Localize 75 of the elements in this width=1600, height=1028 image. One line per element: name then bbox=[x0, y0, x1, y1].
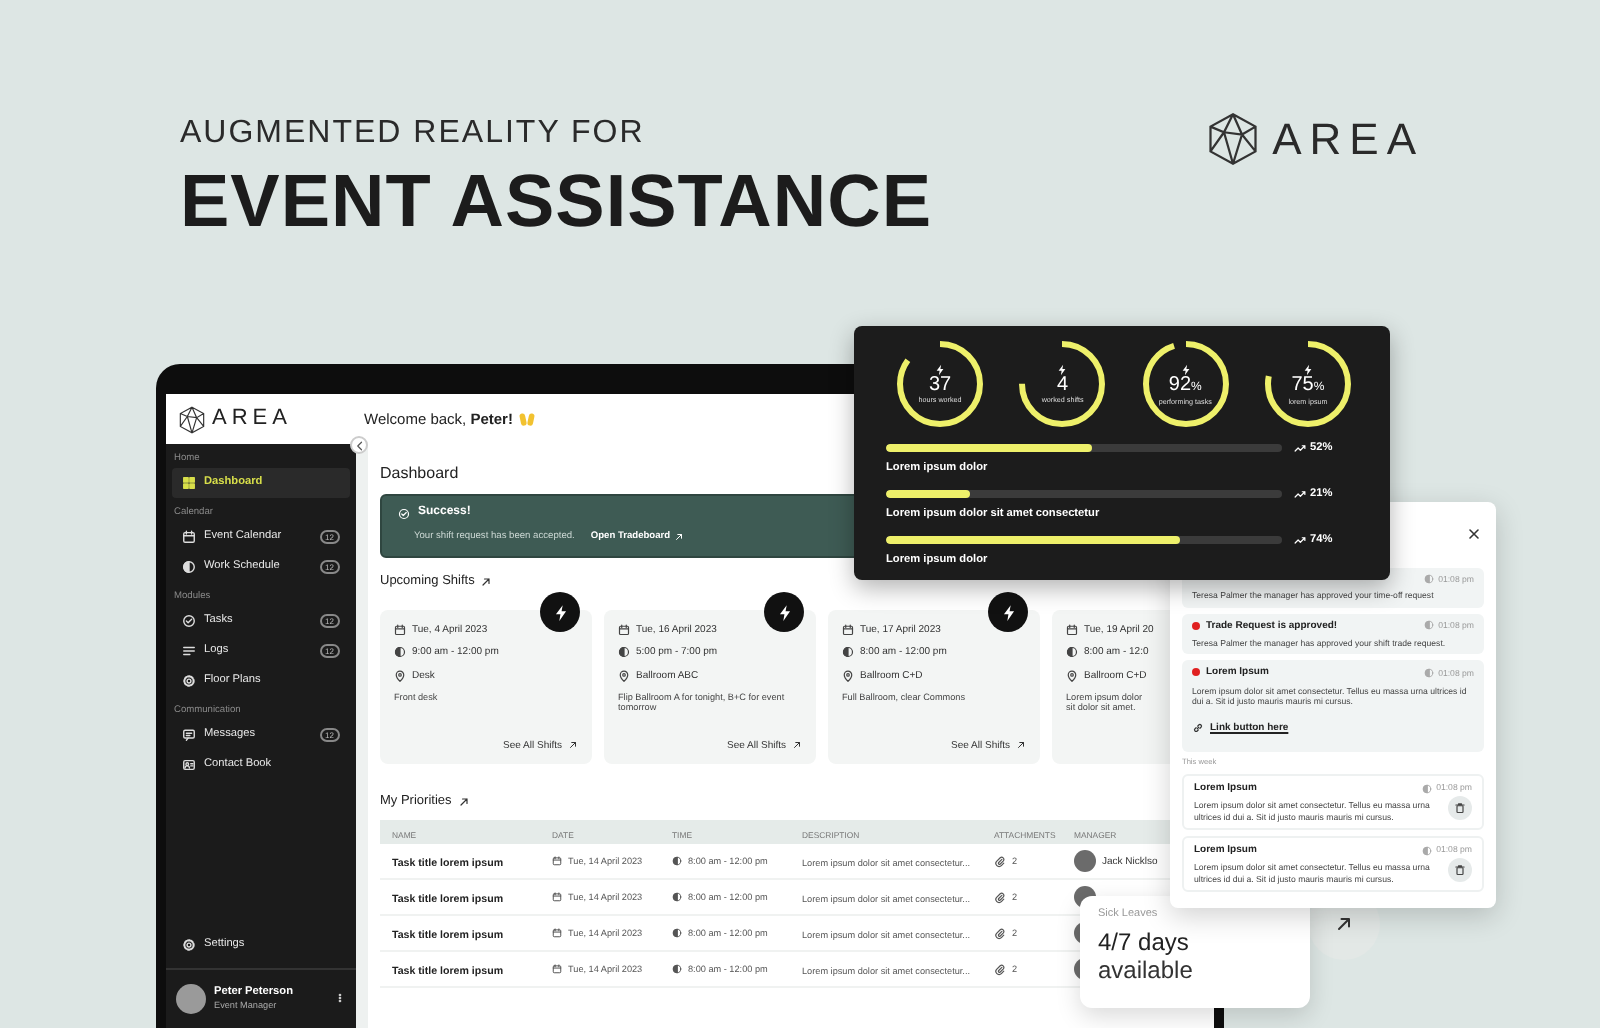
polyhedron-logo-icon bbox=[178, 405, 206, 433]
gear-icon bbox=[182, 673, 196, 688]
trend-icon bbox=[1294, 442, 1306, 455]
close-icon bbox=[1466, 525, 1482, 542]
location-pin-icon bbox=[842, 669, 854, 682]
clock-icon bbox=[842, 646, 854, 659]
clock-icon bbox=[394, 646, 406, 659]
stat-value: 4 bbox=[1057, 376, 1069, 396]
trash-icon bbox=[1454, 802, 1466, 815]
calendar-icon bbox=[394, 624, 406, 637]
page-title: Dashboard bbox=[380, 464, 459, 484]
avatar bbox=[1074, 850, 1096, 872]
card-value: 4/7 days bbox=[1098, 927, 1191, 956]
lightning-icon bbox=[1056, 364, 1069, 376]
clock-icon bbox=[1424, 667, 1435, 678]
more-icon bbox=[334, 991, 346, 1004]
clock-icon bbox=[1422, 845, 1433, 856]
brand-name: AREA bbox=[1272, 112, 1424, 167]
calendar-icon bbox=[618, 624, 630, 637]
calendar-icon bbox=[1066, 624, 1078, 637]
check-circle-icon bbox=[398, 507, 410, 520]
arrow-up-right-icon bbox=[792, 740, 802, 751]
paperclip-icon bbox=[994, 855, 1006, 867]
arrow-up-right-icon bbox=[674, 531, 685, 542]
hero-subtitle: AUGMENTED REALITY FOR bbox=[180, 114, 647, 154]
raised-hands-icon bbox=[518, 410, 537, 428]
brand-name: AREA bbox=[212, 405, 292, 433]
arrow-up-right-icon bbox=[1016, 740, 1026, 751]
calendar-icon bbox=[182, 529, 196, 544]
card-note: available bbox=[1098, 955, 1195, 984]
location-pin-icon bbox=[618, 669, 630, 682]
clock-icon bbox=[182, 559, 196, 574]
clock-icon bbox=[1066, 646, 1078, 659]
chevron-left-icon bbox=[353, 439, 365, 451]
lightning-icon bbox=[934, 364, 946, 376]
link-icon bbox=[1192, 722, 1204, 735]
calendar-icon bbox=[552, 892, 562, 902]
arrow-up-right-icon bbox=[480, 576, 493, 588]
calendar-icon bbox=[842, 624, 854, 637]
trend-icon bbox=[1294, 488, 1306, 501]
clock-icon bbox=[1424, 574, 1435, 585]
contact-card-icon bbox=[182, 757, 196, 772]
polyhedron-logo-icon bbox=[1206, 112, 1261, 167]
arrow-up-right-icon bbox=[568, 740, 578, 751]
paperclip-icon bbox=[994, 963, 1006, 975]
avatar bbox=[176, 983, 206, 1013]
delete-button[interactable] bbox=[1448, 796, 1472, 821]
arrow-up-right-icon bbox=[1334, 914, 1354, 934]
paperclip-icon bbox=[994, 927, 1006, 939]
paperclip-icon bbox=[994, 891, 1006, 903]
chat-icon bbox=[182, 727, 196, 742]
lightning-icon bbox=[1301, 363, 1314, 375]
trash-icon bbox=[1454, 864, 1466, 877]
clock-icon bbox=[672, 856, 682, 866]
dashboard-icon bbox=[182, 475, 196, 490]
check-icon bbox=[182, 613, 196, 628]
clock-icon bbox=[1424, 620, 1435, 631]
calendar-icon bbox=[552, 856, 562, 866]
delete-button[interactable] bbox=[1448, 858, 1472, 883]
lightning-icon bbox=[1179, 363, 1192, 375]
clock-icon bbox=[618, 646, 630, 659]
location-pin-icon bbox=[1066, 669, 1078, 682]
trend-icon bbox=[1294, 534, 1306, 547]
stat-value: 37 bbox=[928, 376, 952, 396]
clock-icon bbox=[672, 964, 682, 974]
clock-icon bbox=[672, 928, 682, 938]
calendar-icon bbox=[552, 928, 562, 938]
list-icon bbox=[182, 643, 196, 658]
arrow-up-right-icon bbox=[457, 796, 470, 808]
clock-icon bbox=[1422, 783, 1433, 794]
settings-icon bbox=[182, 938, 196, 952]
clock-icon bbox=[672, 892, 682, 902]
calendar-icon bbox=[552, 964, 562, 974]
hero-title: EVENT ASSISTANCE bbox=[180, 158, 932, 246]
location-pin-icon bbox=[394, 669, 406, 682]
